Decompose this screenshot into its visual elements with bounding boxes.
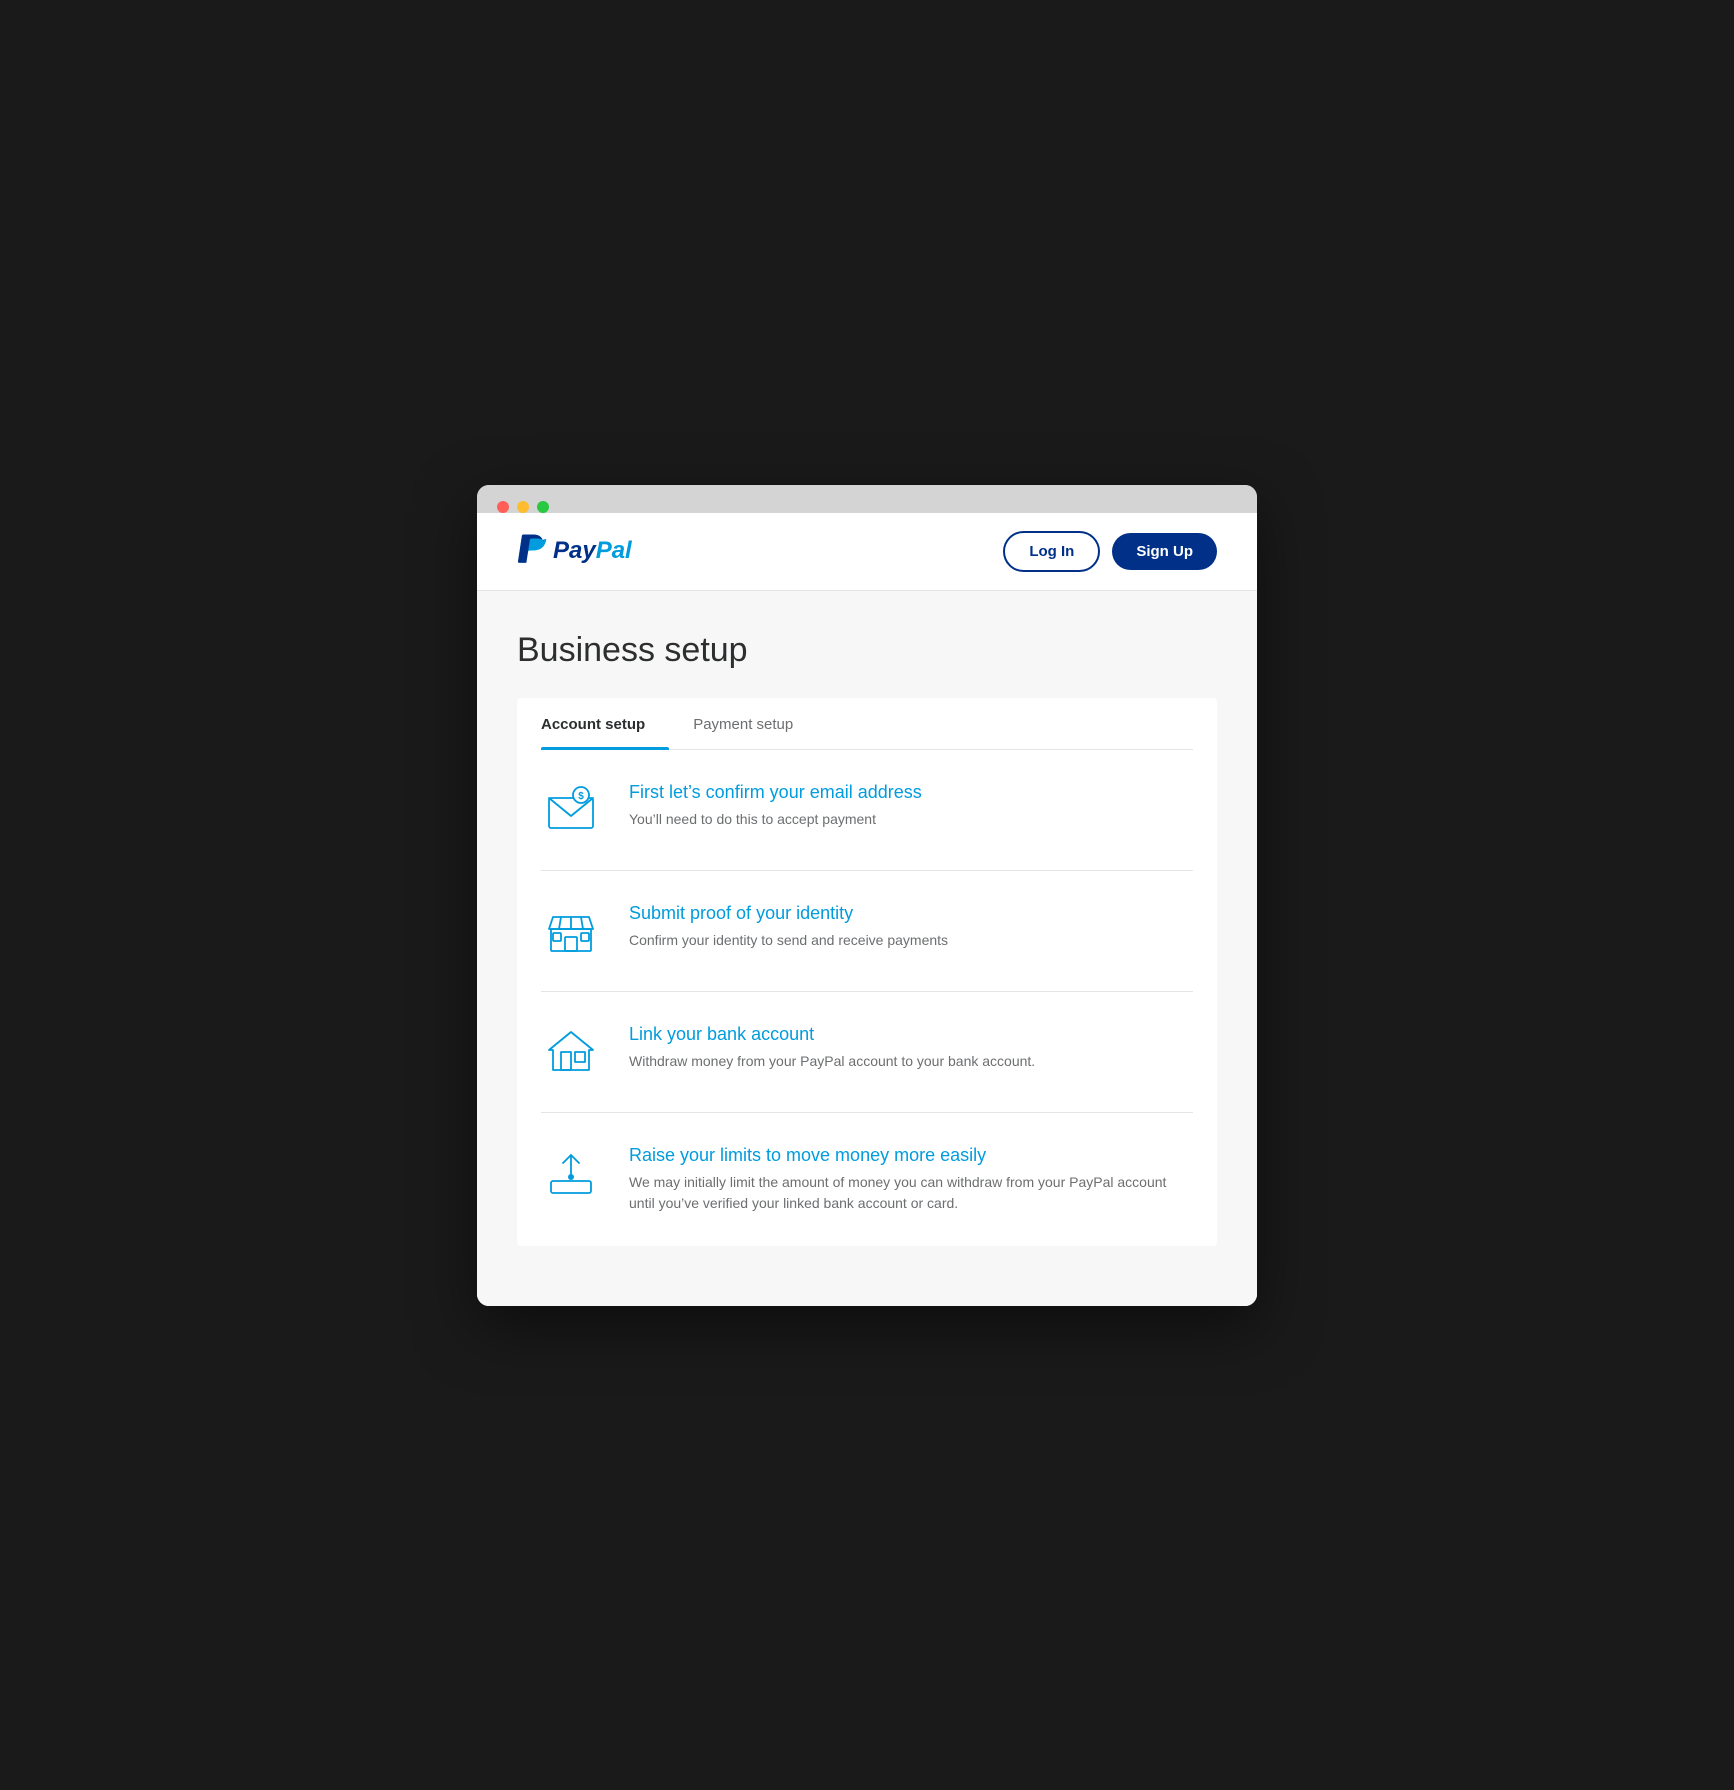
limits-text: Raise your limits to move money more eas… <box>629 1145 1193 1214</box>
confirm-email-title[interactable]: First let’s confirm your email address <box>629 782 922 803</box>
setup-item-identity: Submit proof of your identity Confirm yo… <box>541 871 1193 992</box>
bank-title[interactable]: Link your bank account <box>629 1024 1035 1045</box>
tab-payment-setup[interactable]: Payment setup <box>693 698 817 749</box>
limits-title[interactable]: Raise your limits to move money more eas… <box>629 1145 1193 1166</box>
setup-items-list: $ First let’s confirm your email address… <box>541 750 1193 1246</box>
browser-chrome <box>477 485 1257 513</box>
logo-pay: Pay <box>553 537 596 564</box>
paypal-logo: PayPal <box>517 533 632 569</box>
page-title: Business setup <box>517 631 1217 670</box>
identity-desc: Confirm your identity to send and receiv… <box>629 930 948 951</box>
tab-account-setup[interactable]: Account setup <box>541 698 669 749</box>
navbar: PayPal Log In Sign Up <box>477 513 1257 591</box>
bank-desc: Withdraw money from your PayPal account … <box>629 1051 1035 1072</box>
limits-desc: We may initially limit the amount of mon… <box>629 1172 1193 1214</box>
paypal-wordmark: PayPal <box>553 537 632 565</box>
nav-buttons: Log In Sign Up <box>1003 531 1217 572</box>
identity-title[interactable]: Submit proof of your identity <box>629 903 948 924</box>
setup-item-limits: Raise your limits to move money more eas… <box>541 1113 1193 1246</box>
email-icon: $ <box>541 782 601 838</box>
dot-red[interactable] <box>497 501 509 513</box>
dot-yellow[interactable] <box>517 501 529 513</box>
browser-content: PayPal Log In Sign Up Business setup Acc… <box>477 513 1257 1306</box>
logo-pal: Pal <box>596 537 632 564</box>
setup-card: Account setup Payment setup <box>517 698 1217 1246</box>
setup-item-confirm-email: $ First let’s confirm your email address… <box>541 750 1193 871</box>
identity-text: Submit proof of your identity Confirm yo… <box>629 903 948 951</box>
upload-icon <box>541 1145 601 1201</box>
dot-green[interactable] <box>537 501 549 513</box>
store-icon <box>541 903 601 959</box>
login-button[interactable]: Log In <box>1003 531 1100 572</box>
confirm-email-text: First let’s confirm your email address Y… <box>629 782 922 830</box>
main-content: Business setup Account setup Payment set… <box>477 591 1257 1306</box>
signup-button[interactable]: Sign Up <box>1112 533 1217 570</box>
browser-window: PayPal Log In Sign Up Business setup Acc… <box>477 485 1257 1306</box>
paypal-p-icon <box>517 533 547 569</box>
svg-text:$: $ <box>578 791 584 802</box>
bank-icon <box>541 1024 601 1080</box>
bank-text: Link your bank account Withdraw money fr… <box>629 1024 1035 1072</box>
tabs-container: Account setup Payment setup <box>541 698 1193 750</box>
setup-item-bank: Link your bank account Withdraw money fr… <box>541 992 1193 1113</box>
confirm-email-desc: You’ll need to do this to accept payment <box>629 809 922 830</box>
